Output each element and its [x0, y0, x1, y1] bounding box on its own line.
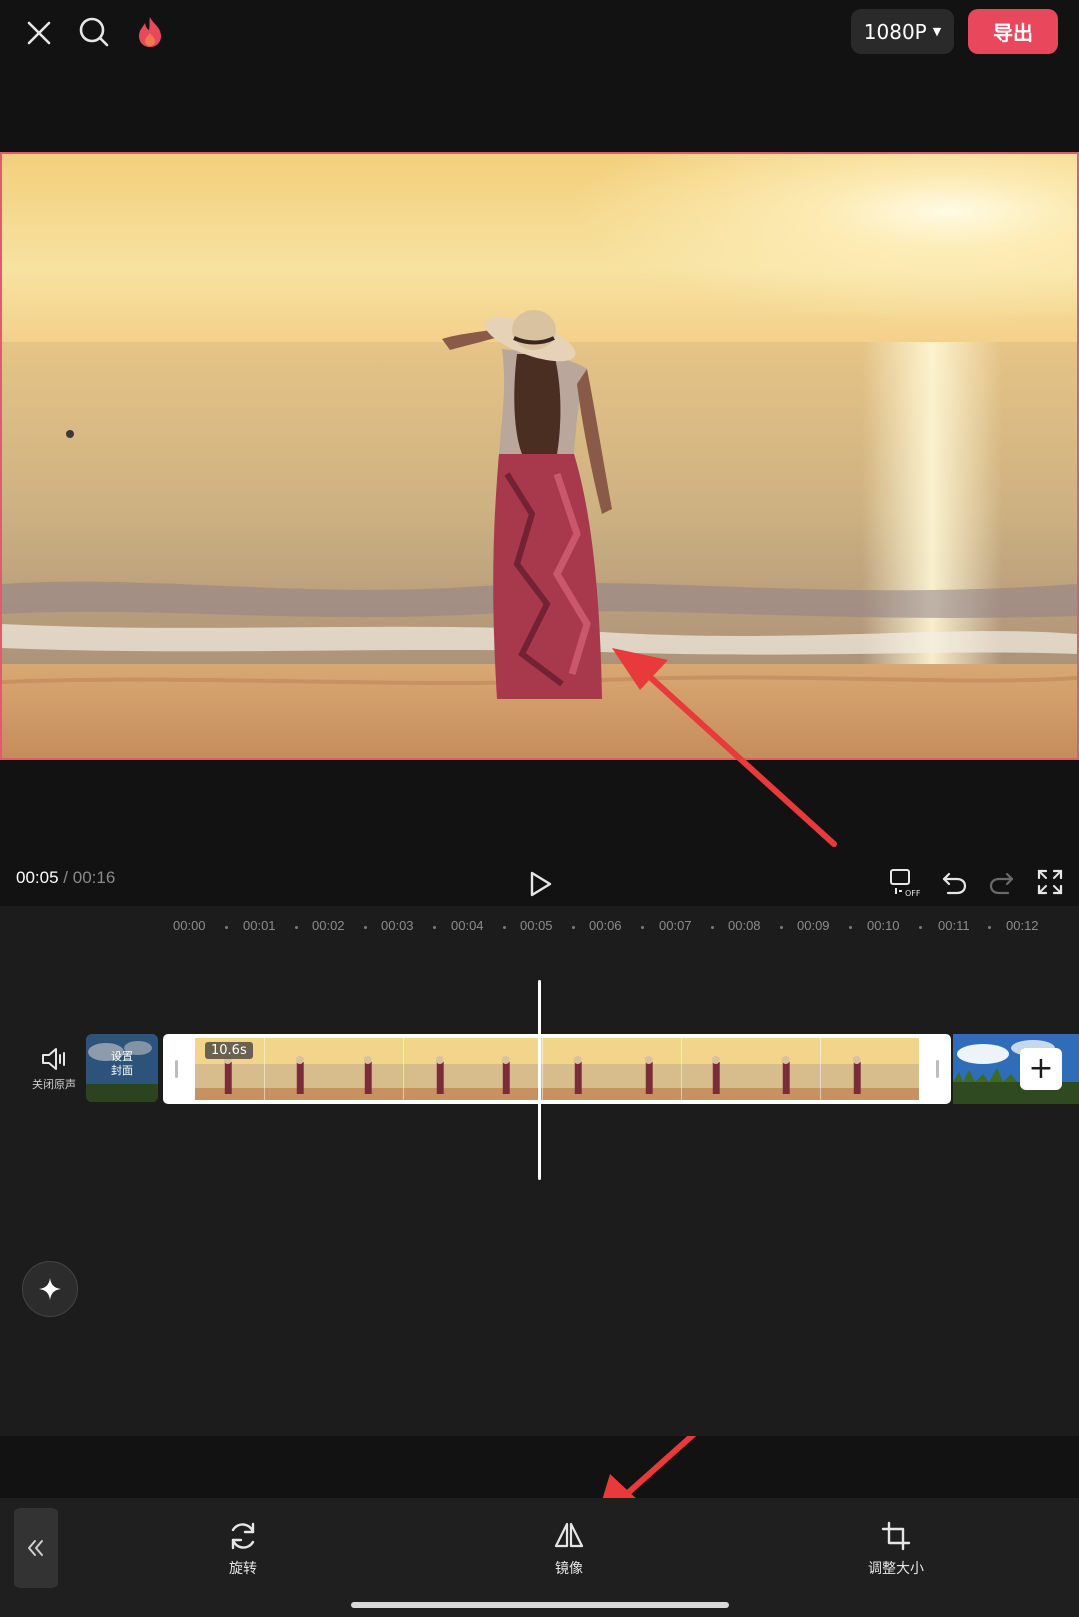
- svg-text:OFF: OFF: [905, 889, 920, 898]
- clip-frame: [542, 1038, 612, 1100]
- clip-frame: [612, 1038, 682, 1100]
- keyframe-off-button[interactable]: OFF: [886, 864, 922, 900]
- ruler-tick: 00:12: [1006, 918, 1039, 933]
- collapse-toolbar-button[interactable]: [14, 1508, 58, 1588]
- set-cover-button[interactable]: 设置 封面: [86, 1034, 158, 1102]
- clip-frame: [890, 1038, 919, 1100]
- play-icon: [530, 871, 552, 897]
- cover-label: 设置 封面: [86, 1050, 158, 1078]
- add-clip-button[interactable]: +: [1020, 1048, 1062, 1090]
- speaker-icon: [42, 1048, 65, 1070]
- clip-duration-badge: 10.6s: [205, 1042, 253, 1059]
- ruler-tick: 00:07: [659, 918, 692, 933]
- top-bar: 1080P ▼ 导出: [0, 0, 1079, 152]
- playhead[interactable]: [538, 980, 541, 1180]
- resize-label: 调整大小: [868, 1561, 924, 1577]
- ruler-tick: 00:06: [589, 918, 622, 933]
- fire-icon: [139, 17, 161, 47]
- time-separator: /: [63, 868, 69, 887]
- ruler-tick: 00:11: [938, 918, 970, 933]
- ruler-tick: 00:04: [451, 918, 484, 933]
- trending-button[interactable]: [128, 10, 172, 54]
- home-indicator: [351, 1602, 729, 1608]
- current-time: 00:05: [16, 868, 59, 887]
- crop-icon: [881, 1521, 911, 1551]
- timeline[interactable]: 00:00 00:01 00:02 00:03 00:04 00:05 00:0…: [0, 906, 1079, 1436]
- clip-frame: [334, 1038, 404, 1100]
- ruler-dot: [919, 926, 922, 929]
- undo-button[interactable]: [936, 864, 972, 900]
- mirror-label: 镜像: [555, 1561, 583, 1577]
- clip-frame: [403, 1038, 473, 1100]
- keyframe-off-icon: OFF: [890, 869, 920, 898]
- bottom-toolbar: 旋转 镜像 调整大小: [0, 1498, 1079, 1617]
- rotate-tool[interactable]: 旋转: [203, 1520, 283, 1590]
- rotate-label: 旋转: [229, 1561, 257, 1577]
- time-ruler: 00:00 00:01 00:02 00:03 00:04 00:05 00:0…: [0, 912, 1079, 936]
- video-preview[interactable]: [0, 152, 1079, 760]
- play-button[interactable]: [520, 864, 560, 904]
- double-chevron-left-icon: [28, 1540, 43, 1556]
- mute-original-audio-button[interactable]: 关闭原声: [28, 1046, 80, 1102]
- redo-icon: [989, 872, 1014, 895]
- ai-magic-button[interactable]: [22, 1261, 78, 1317]
- ruler-tick: 00:10: [867, 918, 900, 933]
- search-icon: [79, 17, 109, 47]
- ruler-tick: 00:01: [243, 918, 276, 933]
- ruler-tick: 00:09: [797, 918, 830, 933]
- sparkle-icon: [39, 1278, 61, 1300]
- resolution-select[interactable]: 1080P ▼: [851, 9, 954, 54]
- total-time: 00:16: [72, 868, 116, 887]
- close-button[interactable]: [18, 12, 60, 54]
- export-button[interactable]: 导出: [968, 9, 1058, 54]
- ruler-dot: [711, 926, 714, 929]
- ruler-dot: [572, 926, 575, 929]
- cover-label-line1: 设置: [111, 1050, 133, 1063]
- resize-tool[interactable]: 调整大小: [856, 1520, 936, 1590]
- ruler-dot: [988, 926, 991, 929]
- ruler-dot: [641, 926, 644, 929]
- mirror-tool[interactable]: 镜像: [529, 1520, 609, 1590]
- playback-bar: 00:05 / 00:16 OFF: [0, 854, 1079, 904]
- clip-frame: [820, 1038, 890, 1100]
- beach-sunset-frame: [2, 154, 1077, 758]
- redo-button[interactable]: [984, 864, 1020, 900]
- fullscreen-button[interactable]: [1032, 864, 1068, 900]
- search-button[interactable]: [72, 10, 116, 54]
- clip-frames: [195, 1038, 919, 1100]
- clip-frame: [751, 1038, 821, 1100]
- ruler-dot: [364, 926, 367, 929]
- caret-down-icon: ▼: [932, 25, 942, 38]
- mute-label: 关闭原声: [32, 1078, 76, 1091]
- ruler-tick: 00:05: [520, 918, 553, 933]
- clip-left-handle[interactable]: [175, 1060, 178, 1078]
- ruler-dot: [780, 926, 783, 929]
- fullscreen-icon: [1037, 869, 1063, 895]
- resolution-value: 1080P: [863, 19, 927, 44]
- ruler-dot: [433, 926, 436, 929]
- rotate-icon: [231, 1522, 255, 1550]
- video-clip-selected[interactable]: 10.6s: [163, 1034, 951, 1104]
- ruler-tick: 00:03: [381, 918, 414, 933]
- ruler-tick: 00:02: [312, 918, 345, 933]
- ruler-dot: [225, 926, 228, 929]
- clip-right-handle[interactable]: [936, 1060, 939, 1078]
- cover-label-line2: 封面: [111, 1064, 133, 1077]
- mirror-icon: [554, 1522, 584, 1548]
- timecode: 00:05 / 00:16: [16, 868, 115, 888]
- ruler-dot: [503, 926, 506, 929]
- ruler-dot: [849, 926, 852, 929]
- ruler-tick: 00:00: [173, 918, 206, 933]
- clip-frame: [473, 1038, 543, 1100]
- clip-frame: [681, 1038, 751, 1100]
- close-icon: [27, 21, 51, 45]
- undo-icon: [942, 872, 967, 895]
- clip-frame: [264, 1038, 334, 1100]
- ruler-tick: 00:08: [728, 918, 761, 933]
- ruler-dot: [295, 926, 298, 929]
